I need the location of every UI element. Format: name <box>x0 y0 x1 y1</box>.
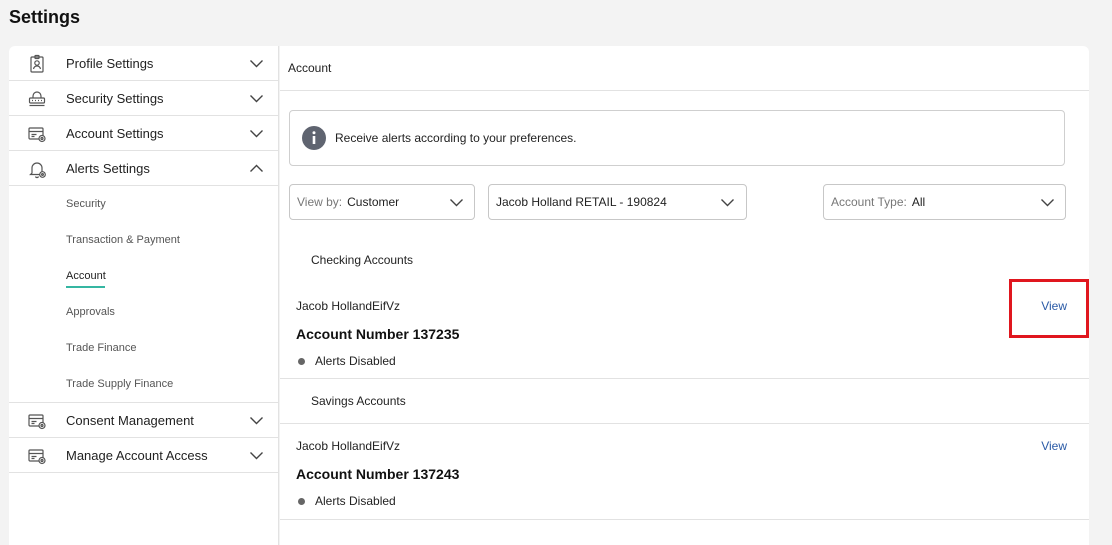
checking-accounts-label: Checking Accounts <box>311 253 414 267</box>
account-holder-name: Jacob HollandEifVz <box>296 439 401 453</box>
alerts-sub-menu: Security Transaction & Payment Account A… <box>9 186 278 403</box>
chevron-down-icon <box>449 195 464 210</box>
view-by-value: Customer <box>347 195 400 209</box>
chevron-down-icon[interactable] <box>249 126 264 141</box>
sidebar-item-label: Consent Management <box>66 412 194 428</box>
sub-item-security[interactable]: Security <box>9 186 278 222</box>
main-panel: Account Receive alerts according to your… <box>280 46 1089 545</box>
account-number: Account Number 137243 <box>296 466 460 482</box>
page-title: Settings <box>9 7 81 27</box>
account-type-dropdown[interactable]: Account Type: All <box>823 184 1066 220</box>
info-text: Receive alerts according to your prefere… <box>335 131 577 145</box>
chevron-down-icon[interactable] <box>249 91 264 106</box>
sidebar-item-security-settings[interactable]: Security Settings <box>9 81 278 116</box>
consent-icon <box>27 411 47 431</box>
account-type-value: All <box>911 195 926 209</box>
sidebar-item-account-settings[interactable]: Account Settings <box>9 116 278 151</box>
sub-item-transaction-payment[interactable]: Transaction & Payment <box>9 222 278 258</box>
account-number: Account Number 137235 <box>296 326 460 342</box>
view-by-label: View by: <box>297 195 343 209</box>
savings-accounts-label: Savings Accounts <box>311 394 406 408</box>
profile-icon <box>27 54 47 74</box>
account-row: Jacob HollandEifVz View Account Number 1… <box>280 424 1089 520</box>
settings-sidebar: Profile Settings Security Settings Accou… <box>9 46 279 545</box>
view-link[interactable]: View <box>1041 439 1067 453</box>
sub-item-trade-supply-finance[interactable]: Trade Supply Finance <box>9 366 278 402</box>
status-dot-icon <box>298 357 305 365</box>
account-holder-name: Jacob HollandEifVz <box>296 299 401 313</box>
sub-item-trade-finance[interactable]: Trade Finance <box>9 330 278 366</box>
section-title: Account <box>280 46 1089 91</box>
sub-item-account[interactable]: Account <box>9 258 278 294</box>
status-text: Alerts Disabled <box>315 354 396 368</box>
sidebar-item-label: Profile Settings <box>66 55 154 71</box>
status-dot-icon <box>298 497 305 505</box>
chevron-down-icon[interactable] <box>249 56 264 71</box>
access-icon <box>27 446 47 466</box>
account-type-label: Account Type: <box>831 195 907 209</box>
highlight-box <box>1009 279 1089 338</box>
chevron-up-icon[interactable] <box>249 161 264 176</box>
account-icon <box>27 124 47 144</box>
sidebar-item-label: Manage Account Access <box>66 447 208 463</box>
sub-item-approvals[interactable]: Approvals <box>9 294 278 330</box>
chevron-down-icon <box>720 195 735 210</box>
alert-status: Alerts Disabled <box>298 354 396 368</box>
sidebar-item-profile-settings[interactable]: Profile Settings <box>9 46 278 81</box>
sidebar-item-label: Account Settings <box>66 125 164 141</box>
chevron-down-icon[interactable] <box>249 413 264 428</box>
info-icon <box>302 126 326 150</box>
sidebar-item-alerts-settings[interactable]: Alerts Settings <box>9 151 278 186</box>
status-text: Alerts Disabled <box>315 494 396 508</box>
sidebar-item-label: Security Settings <box>66 90 164 106</box>
account-row: Jacob HollandEifVz View Account Number 1… <box>280 281 1089 379</box>
sidebar-item-consent-management[interactable]: Consent Management <box>9 403 278 438</box>
chevron-down-icon <box>1040 195 1055 210</box>
customer-value: Jacob Holland RETAIL - 190824 <box>496 195 667 209</box>
info-banner: Receive alerts according to your prefere… <box>289 110 1065 166</box>
sidebar-item-manage-account-access[interactable]: Manage Account Access <box>9 438 278 473</box>
sidebar-item-label: Alerts Settings <box>66 160 150 176</box>
alert-status: Alerts Disabled <box>298 494 396 508</box>
view-by-dropdown[interactable]: View by: Customer <box>289 184 475 220</box>
customer-dropdown[interactable]: Jacob Holland RETAIL - 190824 <box>488 184 747 220</box>
savings-header-row: Savings Accounts <box>280 379 1089 424</box>
bell-icon <box>27 159 47 179</box>
security-icon <box>27 89 47 109</box>
chevron-down-icon[interactable] <box>249 448 264 463</box>
